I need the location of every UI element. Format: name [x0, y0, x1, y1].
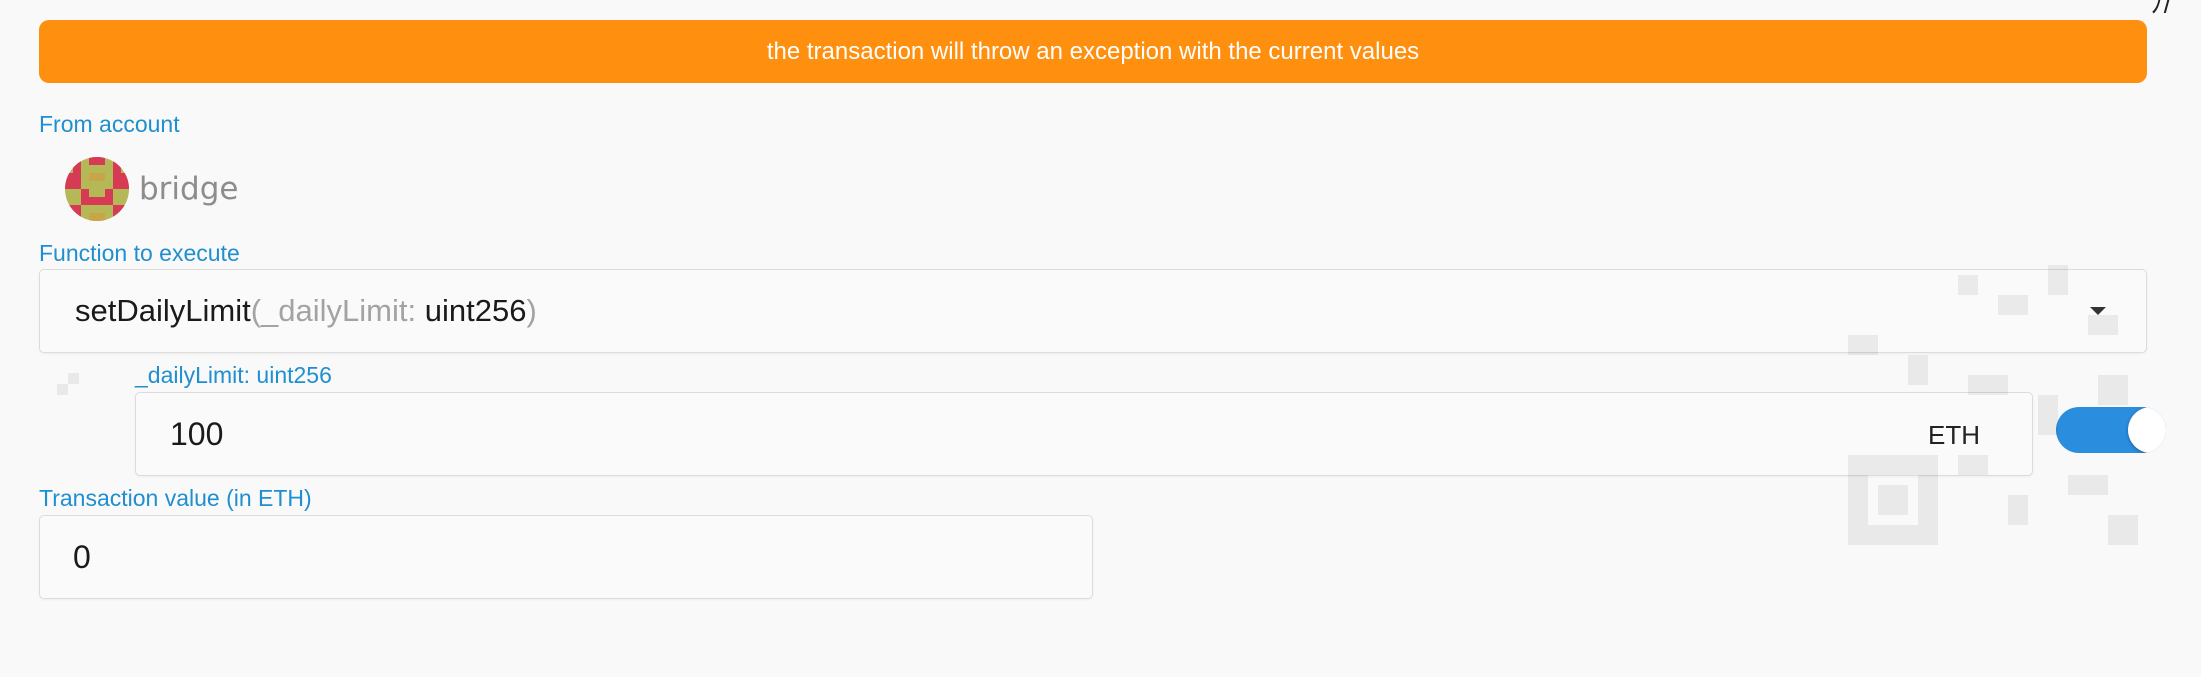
function-select[interactable]: setDailyLimit(_dailyLimit: uint256): [39, 269, 2147, 353]
function-param-name: _dailyLimit:: [261, 293, 417, 328]
account-name: bridge: [139, 171, 239, 207]
from-account-label: From account: [39, 111, 180, 137]
transaction-value: 0: [73, 538, 91, 575]
transaction-value-input[interactable]: 0: [39, 515, 1093, 599]
qr-watermark-icon: [1848, 265, 2138, 545]
function-label: Function to execute: [39, 240, 240, 266]
exception-warning-banner: the transaction will throw an exception …: [39, 20, 2147, 83]
warning-message: the transaction will throw an exception …: [766, 37, 1420, 65]
from-account-selector[interactable]: bridge: [65, 157, 238, 221]
corner-icon: ﾉ/: [2150, 0, 2171, 19]
function-param-type: uint256: [424, 293, 527, 328]
faint-mark-icon: [57, 373, 79, 395]
daily-limit-input[interactable]: 100 ETH: [135, 392, 2033, 476]
daily-limit-value: 100: [170, 415, 224, 452]
transaction-value-label: Transaction value (in ETH): [39, 485, 312, 511]
daily-limit-label: _dailyLimit: uint256: [135, 362, 332, 388]
open-paren: (: [250, 293, 262, 328]
function-name: setDailyLimit: [75, 293, 251, 328]
identicon-icon: [65, 157, 129, 221]
close-paren: ): [526, 293, 537, 328]
